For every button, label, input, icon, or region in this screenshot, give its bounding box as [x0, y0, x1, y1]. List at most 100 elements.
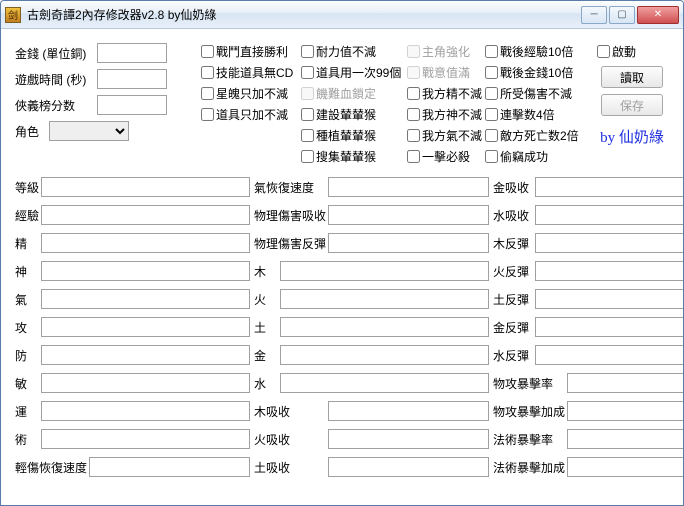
- stat-input[interactable]: [328, 177, 489, 197]
- cheat-check[interactable]: 星魄只加不減: [201, 85, 299, 102]
- stat-input[interactable]: [535, 345, 684, 365]
- cheat-label: 我方神不減: [422, 106, 482, 123]
- cheat-label: 一擊必殺: [422, 148, 470, 165]
- stat-input[interactable]: [567, 373, 684, 393]
- app-icon: 剑: [5, 7, 21, 23]
- money-label: 金錢 (單位銅): [15, 45, 93, 62]
- stat-input[interactable]: [41, 429, 250, 449]
- chivalry-label: 俠義榜分数: [15, 97, 93, 114]
- cheat-check[interactable]: 技能道具無CD: [201, 64, 299, 81]
- read-button[interactable]: 讀取: [601, 66, 663, 88]
- cheat-check[interactable]: 戰意值滿: [407, 64, 483, 81]
- cheat-check[interactable]: 道具用一次99個: [301, 64, 405, 81]
- cheat-check[interactable]: 我方神不減: [407, 106, 483, 123]
- stat-label: 法術暴擊率: [493, 431, 565, 448]
- stat-input[interactable]: [535, 177, 684, 197]
- stat-label: 物攻暴擊加成: [493, 403, 565, 420]
- stat-label: 經驗: [15, 207, 39, 224]
- stat-input[interactable]: [41, 289, 250, 309]
- gametime-label: 遊戲時間 (秒): [15, 71, 93, 88]
- maximize-button[interactable]: ▢: [609, 6, 635, 24]
- stat-input[interactable]: [89, 457, 250, 477]
- cheat-check[interactable]: 戰鬥直接勝利: [201, 43, 299, 60]
- minimize-button[interactable]: ─: [581, 6, 607, 24]
- stat-input[interactable]: [280, 345, 489, 365]
- cheat-check[interactable]: 偷竊成功: [485, 148, 577, 165]
- stat-input[interactable]: [535, 233, 684, 253]
- cheat-check[interactable]: 饑難血鎖定: [301, 85, 405, 102]
- enable-check[interactable]: 啟動: [597, 43, 636, 60]
- credit-label: by 仙奶綠: [600, 126, 664, 147]
- stat-input[interactable]: [567, 429, 684, 449]
- stat-input[interactable]: [280, 317, 489, 337]
- cheat-check[interactable]: 種植輦輦猴: [301, 127, 405, 144]
- stat-label: 輕傷恢復速度: [15, 459, 87, 476]
- stat-label: 金: [254, 347, 278, 364]
- cheat-check[interactable]: 戰後金錢10倍: [485, 64, 577, 81]
- stat-input[interactable]: [280, 261, 489, 281]
- stat-input[interactable]: [41, 177, 250, 197]
- stat-input[interactable]: [535, 205, 684, 225]
- stat-label: 火吸收: [254, 431, 326, 448]
- cheat-check[interactable]: 主角強化: [407, 43, 483, 60]
- cheat-label: 戰後金錢10倍: [500, 64, 573, 81]
- window-title: 古劍奇譚2內存修改器v2.8 by仙奶綠: [27, 6, 581, 23]
- cheat-check[interactable]: 連擊数4倍: [485, 106, 577, 123]
- stat-input[interactable]: [328, 457, 489, 477]
- money-input[interactable]: [97, 43, 167, 63]
- stat-label: 運: [15, 403, 39, 420]
- stat-label: 氣: [15, 291, 39, 308]
- cheat-check[interactable]: 搜集輦輦猴: [301, 148, 405, 165]
- stat-label: 氣恢復速度: [254, 179, 326, 196]
- cheat-check[interactable]: 建設輦輦猴: [301, 106, 405, 123]
- stat-input[interactable]: [535, 289, 684, 309]
- stat-input[interactable]: [328, 401, 489, 421]
- stat-input[interactable]: [280, 373, 489, 393]
- stat-input[interactable]: [41, 345, 250, 365]
- cheat-label: 戰意值滿: [422, 64, 470, 81]
- cheat-label: 我方精不減: [422, 85, 482, 102]
- gametime-input[interactable]: [97, 69, 167, 89]
- stat-input[interactable]: [41, 401, 250, 421]
- stat-input[interactable]: [41, 373, 250, 393]
- stat-input[interactable]: [280, 289, 489, 309]
- stat-input[interactable]: [567, 401, 684, 421]
- stat-input[interactable]: [41, 233, 250, 253]
- cheat-label: 戰後經驗10倍: [500, 43, 573, 60]
- cheat-check[interactable]: 所受傷害不減: [485, 85, 577, 102]
- cheat-label: 搜集輦輦猴: [316, 148, 376, 165]
- stat-input[interactable]: [41, 261, 250, 281]
- stat-input[interactable]: [328, 233, 489, 253]
- cheat-label: 建設輦輦猴: [316, 106, 376, 123]
- stat-label: 土吸收: [254, 459, 326, 476]
- stat-input[interactable]: [41, 205, 250, 225]
- stat-input[interactable]: [535, 317, 684, 337]
- cheat-check[interactable]: 戰後經驗10倍: [485, 43, 577, 60]
- stat-label: 水: [254, 375, 278, 392]
- cheat-check[interactable]: 一擊必殺: [407, 148, 483, 165]
- titlebar[interactable]: 剑 古劍奇譚2內存修改器v2.8 by仙奶綠 ─ ▢ ✕: [1, 1, 683, 29]
- stat-input[interactable]: [328, 205, 489, 225]
- cheat-check[interactable]: 道具只加不減: [201, 106, 299, 123]
- stat-label: 防: [15, 347, 39, 364]
- save-button[interactable]: 保存: [601, 94, 663, 116]
- cheat-check[interactable]: 我方氣不減: [407, 127, 483, 144]
- stat-label: 法術暴擊加成: [493, 459, 565, 476]
- stat-label: 木反彈: [493, 235, 533, 252]
- cheat-check[interactable]: 敵方死亡数2倍: [485, 127, 577, 144]
- cheat-label: 我方氣不減: [422, 127, 482, 144]
- cheat-label: 技能道具無CD: [216, 64, 293, 81]
- cheat-label: 種植輦輦猴: [316, 127, 376, 144]
- stat-label: 水反彈: [493, 347, 533, 364]
- stat-input[interactable]: [535, 261, 684, 281]
- stat-input[interactable]: [41, 317, 250, 337]
- cheat-check[interactable]: 耐力值不減: [301, 43, 405, 60]
- stat-input[interactable]: [328, 429, 489, 449]
- close-button[interactable]: ✕: [637, 6, 679, 24]
- content-area: 金錢 (單位銅) 遊戲時間 (秒) 俠義榜分数 角色 戰鬥直接勝利耐力值不減主角…: [1, 29, 683, 487]
- role-select[interactable]: [49, 121, 129, 141]
- cheat-check[interactable]: 我方精不減: [407, 85, 483, 102]
- chivalry-input[interactable]: [97, 95, 167, 115]
- stat-label: 木: [254, 263, 278, 280]
- stat-input[interactable]: [567, 457, 684, 477]
